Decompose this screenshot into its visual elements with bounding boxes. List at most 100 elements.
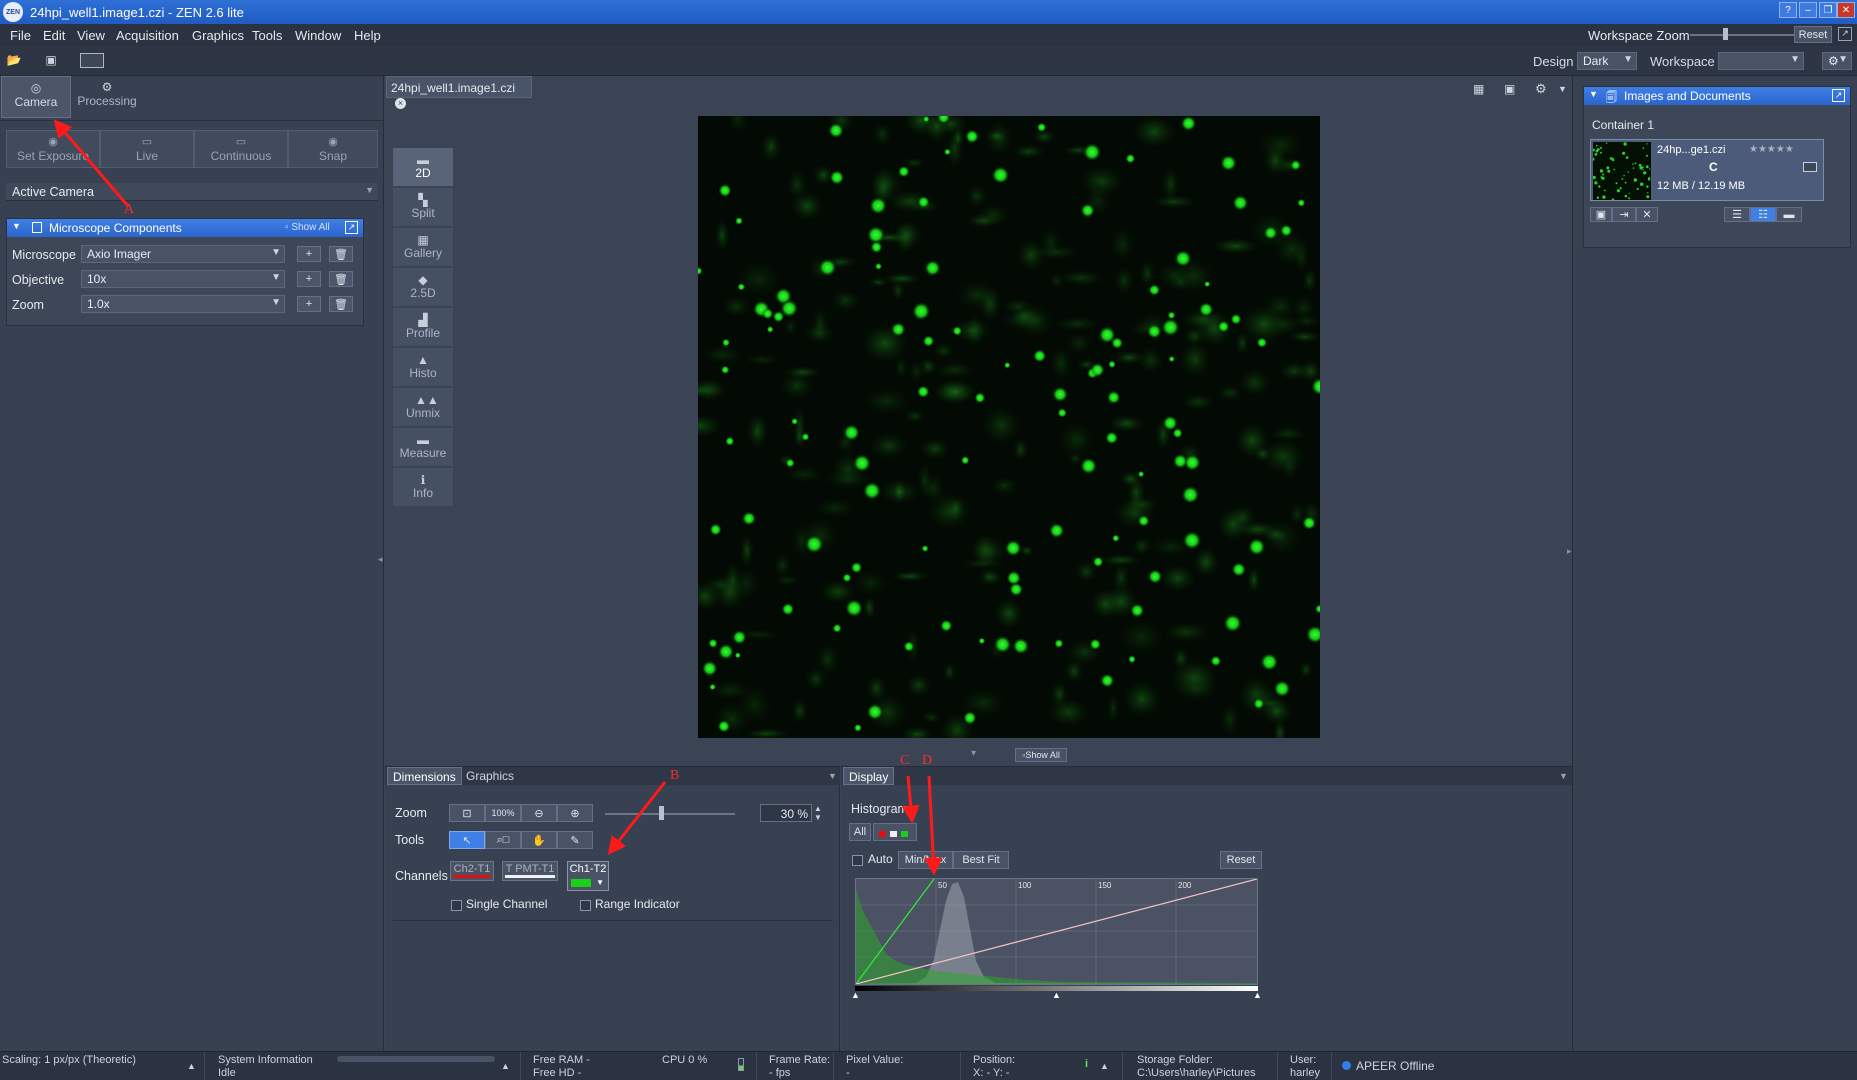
workspace-zoom-thumb[interactable]: [1723, 28, 1728, 40]
chevron-down-icon[interactable]: ▼: [1559, 771, 1568, 781]
tab-camera[interactable]: ◎ Camera: [1, 76, 71, 118]
zoom-percent-input[interactable]: 30 %: [760, 804, 812, 822]
add-microscope-button[interactable]: +: [297, 246, 321, 262]
histogram-reset-button[interactable]: Reset: [1220, 851, 1262, 869]
chevron-up-icon[interactable]: ▲: [187, 1060, 196, 1073]
images-documents-header[interactable]: ▼ 🗐 Images and Documents ↗: [1584, 87, 1850, 105]
snap-button[interactable]: ◉ Snap: [288, 130, 378, 168]
detail-view-button[interactable]: ☷: [1750, 207, 1776, 222]
document-tab[interactable]: 24hpi_well1.image1.czi ×: [386, 76, 532, 109]
continuous-button[interactable]: ▭ Continuous: [194, 130, 288, 168]
view-info-button[interactable]: ℹ Info: [393, 468, 453, 506]
list-view-button[interactable]: ☰: [1724, 207, 1750, 222]
minmax-button[interactable]: Min/Max: [898, 851, 953, 869]
delete-microscope-button[interactable]: 🗑: [329, 246, 353, 262]
view-split-button[interactable]: ▚ Split: [393, 188, 453, 226]
view-gallery-button[interactable]: ▦ Gallery: [393, 228, 453, 266]
scalebar-icon[interactable]: [80, 53, 104, 68]
compact-view-button[interactable]: ▬: [1776, 207, 1802, 222]
gear-icon[interactable]: ⚙: [1535, 81, 1547, 97]
menu-tools[interactable]: Tools: [252, 28, 282, 43]
document-thumbnail-card[interactable]: 24hp...ge1.czi ★★★★★ C 12 MB / 12.19 MB: [1590, 139, 1824, 201]
tab-display[interactable]: Display: [843, 767, 895, 785]
tab-processing[interactable]: ⚙ Processing: [72, 76, 142, 118]
white-point-handle[interactable]: ▲: [1253, 990, 1262, 1000]
zoom-in-button[interactable]: ⊕: [557, 804, 593, 822]
minimize-button[interactable]: –: [1799, 2, 1817, 18]
chevron-down-icon[interactable]: ▼: [596, 878, 604, 887]
workspace-select[interactable]: ▼: [1718, 52, 1804, 70]
workspace-zoom-slider[interactable]: [1690, 34, 1800, 36]
zoom-spin-icon[interactable]: ▲ ▼: [814, 804, 822, 822]
move-document-button[interactable]: ⇥: [1612, 207, 1636, 222]
save-document-button[interactable]: ▣: [1590, 207, 1612, 222]
bestfit-button[interactable]: Best Fit: [953, 851, 1009, 869]
maximize-button[interactable]: ❐: [1819, 2, 1837, 18]
live-button[interactable]: ▭ Live: [100, 130, 194, 168]
collapse-right-handle[interactable]: ▸: [1567, 546, 1572, 557]
view-2-5d-button[interactable]: ◆ 2.5D: [393, 268, 453, 306]
chevron-down-icon[interactable]: ▼: [828, 771, 837, 781]
view-measure-button[interactable]: ▬ Measure: [393, 428, 453, 466]
add-objective-button[interactable]: +: [297, 271, 321, 287]
histogram-plot[interactable]: 50 100 150 200: [855, 878, 1258, 985]
info-icon[interactable]: i: [1085, 1058, 1088, 1071]
collapse-icon[interactable]: ▼: [1589, 89, 1598, 99]
delete-objective-button[interactable]: 🗑: [329, 271, 353, 287]
menu-view[interactable]: View: [77, 28, 105, 43]
chevron-up-icon[interactable]: ▲: [501, 1060, 510, 1073]
undock-icon[interactable]: ↗: [1832, 89, 1845, 102]
split-view-icon[interactable]: ▣: [1504, 82, 1515, 96]
active-camera-row[interactable]: Active Camera ▼: [6, 183, 378, 201]
zoom-out-button[interactable]: ⊖: [521, 804, 557, 822]
objective-select[interactable]: 10x ▼: [81, 270, 285, 288]
collapse-icon[interactable]: ▼: [12, 221, 21, 231]
range-indicator-checkbox[interactable]: [580, 900, 591, 911]
view-profile-button[interactable]: ▟ Profile: [393, 308, 453, 346]
zoom-100-button[interactable]: 100%: [485, 804, 521, 822]
set-exposure-button[interactable]: ◉ Set Exposure: [6, 130, 100, 168]
zoom-tool-button[interactable]: ⌕□: [485, 831, 521, 849]
menu-graphics[interactable]: Graphics: [192, 28, 244, 43]
settings-menu[interactable]: ⚙ ▼: [1822, 52, 1852, 70]
histogram-channel-selector[interactable]: [873, 823, 917, 841]
channel-ch2-t1-button[interactable]: Ch2-T1: [450, 861, 494, 881]
channel-ch1-t2-button[interactable]: Ch1-T2 ▼: [567, 861, 609, 891]
gamma-handle[interactable]: ▲: [1052, 990, 1061, 1000]
document-preview-icon[interactable]: [1803, 162, 1817, 172]
menu-file[interactable]: File: [10, 28, 31, 43]
microscopy-image[interactable]: [698, 116, 1320, 738]
menu-edit[interactable]: Edit: [43, 28, 65, 43]
menu-window[interactable]: Window: [295, 28, 341, 43]
view-histo-button[interactable]: ▲ Histo: [393, 348, 453, 386]
view-2d-button[interactable]: ▬ 2D: [393, 148, 453, 186]
zoom-slider-track[interactable]: [605, 813, 735, 815]
zoom-select[interactable]: 1.0x ▼: [81, 295, 285, 313]
collapse-left-handle[interactable]: ◂: [378, 554, 384, 584]
menu-acquisition[interactable]: Acquisition: [116, 28, 179, 43]
collapse-bottom-handle[interactable]: ▾: [971, 748, 976, 759]
close-button[interactable]: ✕: [1837, 2, 1855, 18]
select-tool-button[interactable]: ↖: [449, 831, 485, 849]
menu-help[interactable]: Help: [354, 28, 381, 43]
undock-icon[interactable]: ↗: [345, 221, 358, 234]
microscope-components-header[interactable]: ▼ Microscope Components ▫ Show All ↗: [7, 219, 363, 237]
pan-tool-button[interactable]: ✋: [521, 831, 557, 849]
save-icon[interactable]: ▣: [43, 53, 59, 67]
microscope-select[interactable]: Axio Imager ▼: [81, 245, 285, 263]
view-unmix-button[interactable]: ▲▲ Unmix: [393, 388, 453, 426]
add-zoom-button[interactable]: +: [297, 296, 321, 312]
workspace-zoom-reset-button[interactable]: Reset: [1794, 26, 1832, 43]
tab-dimensions[interactable]: Dimensions: [387, 767, 462, 785]
delete-zoom-button[interactable]: 🗑: [329, 296, 353, 312]
fit-to-window-button[interactable]: ⊡: [449, 804, 485, 822]
design-select[interactable]: Dark ▼: [1577, 52, 1637, 70]
close-document-button[interactable]: ✕: [1636, 207, 1658, 222]
black-point-handle[interactable]: ▲: [851, 990, 860, 1000]
channel-t-pmt-t1-button[interactable]: T PMT-T1: [502, 861, 558, 881]
single-channel-checkbox[interactable]: [451, 900, 462, 911]
zoom-slider-thumb[interactable]: [659, 806, 664, 820]
histogram-all-button[interactable]: All: [849, 823, 871, 841]
auto-checkbox[interactable]: [852, 855, 863, 866]
rating-stars[interactable]: ★★★★★: [1749, 144, 1794, 155]
